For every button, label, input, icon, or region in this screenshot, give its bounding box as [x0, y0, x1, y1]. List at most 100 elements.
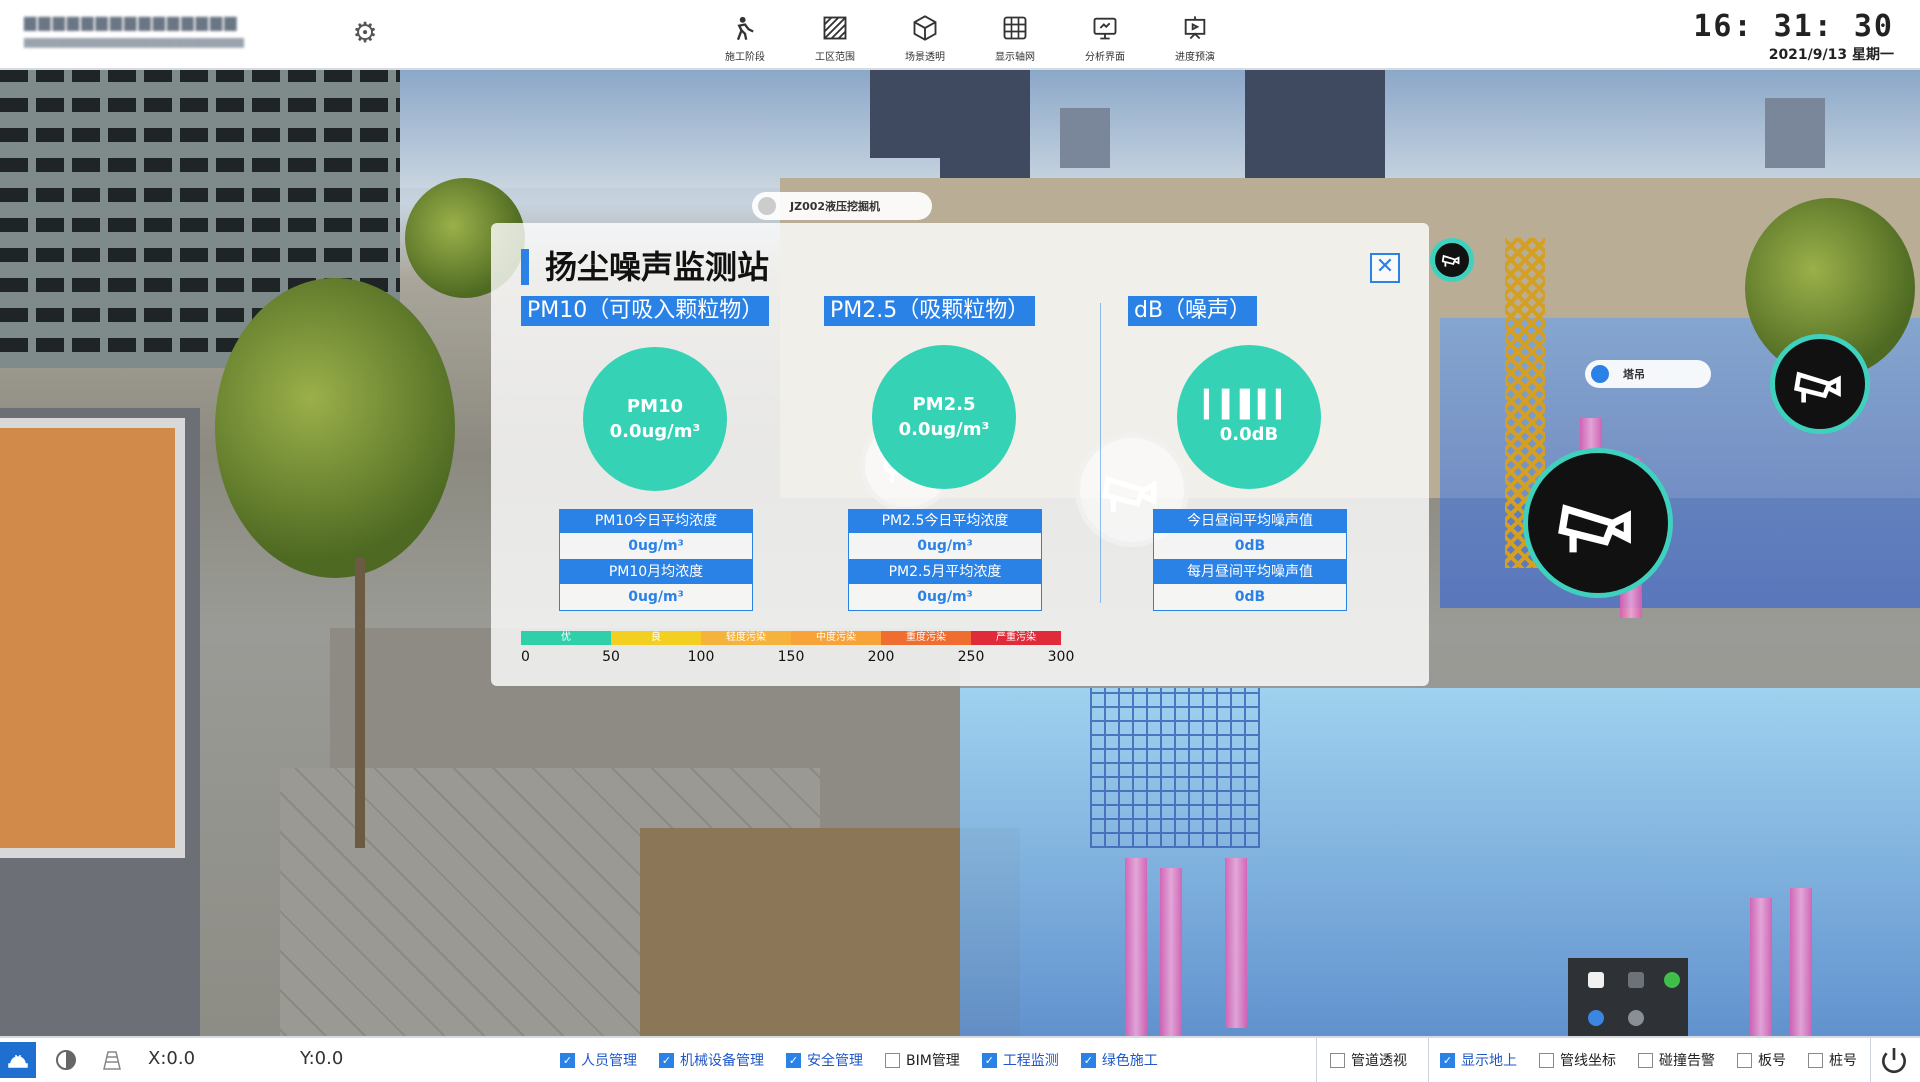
- aqi-tick: 200: [867, 649, 895, 665]
- clock: 16: 31: 30 2021/9/13 星期一: [1693, 10, 1894, 64]
- excavator-label[interactable]: JZ002液压挖掘机: [752, 192, 932, 220]
- nav-progress-preview[interactable]: 进度预演: [1150, 10, 1240, 66]
- gauge-value: 0.0ug/m³: [898, 419, 990, 440]
- cube-icon: [913, 15, 937, 41]
- aqi-scale: 优 良 轻度污染 中度污染 重度污染 严重污染: [521, 631, 1061, 645]
- nav-analysis[interactable]: 分析界面: [1060, 10, 1150, 66]
- camera-marker[interactable]: [1770, 334, 1870, 434]
- checkbox-pipe-view[interactable]: 管道透视: [1330, 1050, 1407, 1070]
- checkbox-bim[interactable]: BIM管理: [885, 1050, 960, 1070]
- bottom-bar: X:0.0 Y:0.0 ✓ 人员管理 ✓ 机械设备管理 ✓ 安全管理 BIM管理 ✓ 工…: [0, 1036, 1920, 1082]
- nav-work-area[interactable]: 工区范围: [790, 10, 880, 66]
- pm25-header: PM2.5（吸颗粒物）: [824, 296, 1036, 326]
- tower-crane-icon: [1591, 365, 1609, 383]
- close-icon[interactable]: ✕: [1370, 253, 1400, 283]
- display-checkboxes: ✓ 显示地上 管线坐标 碰撞告警 板号 桩号: [1440, 1050, 1879, 1070]
- city-building: [1060, 108, 1110, 168]
- tree-trunk: [355, 558, 365, 848]
- checkbox-machinery[interactable]: ✓ 机械设备管理: [659, 1050, 764, 1070]
- pipe-checkboxes: 管道透视: [1330, 1050, 1429, 1070]
- aqi-band: 优: [521, 631, 611, 645]
- nav-label: 分析界面: [1085, 52, 1125, 63]
- panel-title: 扬尘噪声监测站: [521, 249, 769, 285]
- nav-scene-transparent[interactable]: 场景透明: [880, 10, 970, 66]
- checkbox-box: [1539, 1052, 1554, 1068]
- pm25-stats: PM2.5今日平均浓度 0ug/m³ PM2.5月平均浓度 0ug/m³: [848, 509, 1042, 611]
- area-hatch-icon: [823, 16, 847, 40]
- aqi-band: 严重污染: [971, 631, 1061, 645]
- helmet-icon[interactable]: [0, 1042, 36, 1078]
- checkbox-monitoring[interactable]: ✓ 工程监测: [981, 1050, 1059, 1070]
- checkbox-box: [885, 1052, 900, 1068]
- checkbox-label: 工程监测: [1002, 1053, 1059, 1069]
- aqi-band: 轻度污染: [701, 631, 791, 645]
- checkbox-above-ground[interactable]: ✓ 显示地上: [1440, 1050, 1517, 1070]
- checkbox-box: ✓: [1440, 1052, 1455, 1068]
- checkbox-label: BIM管理: [906, 1053, 960, 1069]
- tree: [215, 278, 455, 578]
- db-gauge: ▎▍▌▍▎ 0.0dB: [1177, 345, 1321, 489]
- gear-icon[interactable]: ⚙: [350, 18, 380, 48]
- nav-label: 显示轴网: [995, 52, 1035, 63]
- shield-icon[interactable]: [1588, 972, 1604, 988]
- checkbox-slab-no[interactable]: 板号: [1737, 1050, 1786, 1070]
- aqi-tick: 50: [602, 649, 620, 665]
- stat-value: 0dB: [1153, 533, 1347, 560]
- half-moon-icon[interactable]: [48, 1042, 84, 1078]
- checkbox-pipe-coords[interactable]: 管线坐标: [1539, 1050, 1616, 1070]
- excavator-label-text: JZ002液压挖掘机: [790, 200, 881, 213]
- camera-marker[interactable]: [1523, 448, 1673, 598]
- nav-show-grid[interactable]: 显示轴网: [970, 10, 1060, 66]
- stat-value: 0ug/m³: [559, 533, 753, 560]
- checkbox-green[interactable]: ✓ 绿色施工: [1080, 1050, 1158, 1070]
- wechat-icon[interactable]: [1664, 972, 1680, 988]
- building-wireframe-icon[interactable]: [94, 1042, 130, 1078]
- checkbox-label: 绿色施工: [1101, 1053, 1158, 1069]
- excavator-icon: [758, 197, 776, 215]
- camera-marker[interactable]: [1430, 238, 1474, 282]
- app-icon[interactable]: [1588, 1010, 1604, 1026]
- checkbox-collision[interactable]: 碰撞告警: [1638, 1050, 1715, 1070]
- nav-label: 工区范围: [815, 52, 855, 63]
- power-icon[interactable]: [1878, 1044, 1910, 1076]
- db-header: dB（噪声）: [1128, 296, 1258, 326]
- pile: [1790, 888, 1812, 1036]
- stat-label: 每月昼间平均噪声值: [1153, 560, 1347, 584]
- checkbox-box: [1330, 1052, 1345, 1068]
- checkbox-box: ✓: [786, 1052, 801, 1068]
- link-icon[interactable]: [1628, 1010, 1644, 1026]
- pm10-stats: PM10今日平均浓度 0ug/m³ PM10月均浓度 0ug/m³: [559, 509, 753, 611]
- checkbox-label: 板号: [1758, 1053, 1786, 1069]
- stat-label: PM10月均浓度: [559, 560, 753, 584]
- city-building: [1765, 98, 1825, 168]
- aqi-tick: 150: [777, 649, 805, 665]
- checkbox-label: 碰撞告警: [1659, 1053, 1715, 1069]
- pile: [1750, 898, 1772, 1036]
- orange-roof: [0, 418, 185, 858]
- aqi-tick: 300: [1047, 649, 1075, 665]
- gauge-title: PM2.5: [912, 394, 976, 415]
- checkbox-label: 人员管理: [581, 1053, 637, 1069]
- checkbox-pile-no[interactable]: 桩号: [1808, 1050, 1857, 1070]
- checkbox-personnel[interactable]: ✓ 人员管理: [560, 1050, 637, 1070]
- checkbox-box: ✓: [1080, 1052, 1096, 1068]
- divider: [1870, 1038, 1871, 1082]
- pile: [1160, 868, 1182, 1036]
- hidden-camera-icon[interactable]: [1628, 972, 1644, 988]
- aqi-ticks: 0 50 100 150 200 250 300: [521, 649, 1081, 669]
- checkbox-label: 显示地上: [1461, 1053, 1517, 1069]
- pm10-header: PM10（可吸入颗粒物）: [521, 296, 770, 326]
- city-building: [940, 68, 1030, 188]
- tower-crane-label[interactable]: 塔吊: [1585, 360, 1711, 388]
- checkbox-box: ✓: [560, 1052, 575, 1068]
- aqi-band: 良: [611, 631, 701, 645]
- aqi-band: 重度污染: [881, 631, 971, 645]
- nav-construction-stage[interactable]: 施工阶段: [700, 10, 790, 66]
- system-tray: [1568, 958, 1688, 1040]
- nav-label: 施工阶段: [725, 52, 765, 63]
- stat-value: 0ug/m³: [848, 584, 1042, 611]
- monitor-icon: [1093, 17, 1117, 40]
- checkbox-safety[interactable]: ✓ 安全管理: [786, 1050, 863, 1070]
- stat-label: PM10今日平均浓度: [559, 509, 753, 533]
- divider: [1316, 1038, 1317, 1082]
